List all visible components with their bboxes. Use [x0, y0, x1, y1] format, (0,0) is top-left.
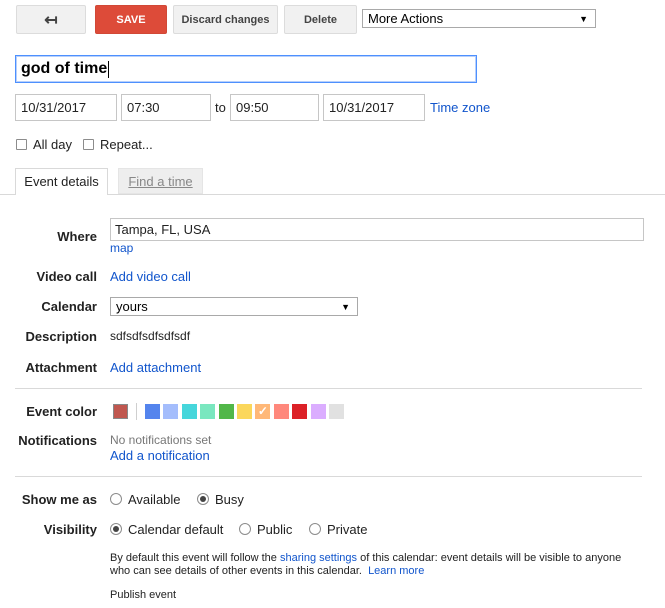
tab-event-details[interactable]: Event details	[15, 168, 108, 195]
publish-event-link[interactable]: Publish event	[110, 589, 176, 601]
calendar-label: Calendar	[41, 299, 97, 314]
where-label: Where	[57, 229, 97, 244]
visibility-note-line2-text: who can see details of other events in t…	[110, 565, 362, 577]
color-swatch[interactable]	[181, 404, 197, 419]
event-title-text: god of time	[21, 60, 108, 77]
repeat-label: Repeat...	[100, 137, 153, 152]
color-swatch[interactable]	[218, 404, 234, 419]
section-divider	[15, 476, 642, 477]
to-label: to	[215, 100, 226, 115]
private-radio[interactable]	[309, 523, 321, 535]
visibility-label: Visibility	[43, 522, 97, 537]
back-arrow-icon: ↤	[44, 11, 58, 29]
tab-find-a-time[interactable]: Find a time	[118, 168, 203, 194]
dropdown-caret-icon: ▼	[341, 301, 350, 312]
where-input[interactable]: Tampa, FL, USA	[110, 218, 644, 241]
add-attachment-link[interactable]: Add attachment	[110, 360, 201, 375]
current-color-swatch	[113, 404, 128, 419]
back-button[interactable]: ↤	[16, 5, 86, 34]
color-swatch[interactable]	[329, 404, 344, 419]
tab-active-cover	[16, 194, 107, 195]
discard-changes-button[interactable]: Discard changes	[173, 5, 278, 34]
more-actions-select[interactable]: More Actions ▼	[362, 9, 596, 28]
available-label: Available	[128, 492, 181, 507]
start-date-input[interactable]: 10/31/2017	[15, 94, 117, 121]
show-me-as-label: Show me as	[21, 492, 97, 507]
color-swatch[interactable]	[200, 404, 216, 419]
time-zone-link[interactable]: Time zone	[430, 100, 490, 115]
color-separator	[136, 403, 137, 420]
color-swatch[interactable]	[292, 404, 308, 419]
all-day-checkbox[interactable]	[16, 139, 27, 150]
color-swatch[interactable]	[163, 404, 179, 419]
visibility-note-line2: who can see details of other events in t…	[110, 565, 424, 577]
no-notifications-text: No notifications set	[110, 433, 212, 447]
calendar-select[interactable]: yours ▼	[110, 297, 358, 316]
current-color-fill	[114, 405, 127, 418]
all-day-label: All day	[33, 137, 73, 152]
color-swatch[interactable]	[273, 404, 289, 419]
color-swatch[interactable]	[145, 404, 160, 419]
color-swatch[interactable]	[237, 404, 252, 419]
calendar-default-label: Calendar default	[128, 522, 224, 537]
description-text[interactable]: sdfsdfsdfsdfsdf	[110, 329, 190, 343]
start-time-input[interactable]: 07:30	[121, 94, 211, 121]
busy-radio[interactable]	[197, 493, 209, 505]
text-cursor	[108, 60, 110, 78]
color-swatch[interactable]	[310, 404, 326, 419]
visibility-note-prefix: By default this event will follow the	[110, 552, 280, 564]
public-label: Public	[257, 522, 293, 537]
visibility-note-line1: By default this event will follow the sh…	[110, 552, 621, 564]
busy-label: Busy	[215, 492, 244, 507]
attachment-label: Attachment	[25, 360, 97, 375]
notifications-label: Notifications	[18, 433, 97, 448]
more-actions-label: More Actions	[368, 11, 444, 26]
sharing-settings-link[interactable]: sharing settings	[280, 552, 357, 564]
description-label: Description	[25, 329, 97, 344]
tab-event-details-label: Event details	[24, 174, 99, 189]
visibility-note-middle: of this calendar: event details will be …	[357, 552, 622, 564]
learn-more-link[interactable]: Learn more	[368, 565, 424, 577]
calendar-default-radio[interactable]	[110, 523, 122, 535]
tab-find-a-time-label: Find a time	[128, 173, 193, 189]
add-notification-link[interactable]: Add a notification	[110, 448, 210, 463]
event-color-label: Event color	[26, 404, 97, 419]
event-title-input[interactable]: god of time	[15, 55, 477, 83]
color-swatch[interactable]: ✓	[255, 404, 271, 419]
map-link[interactable]: map	[110, 241, 133, 255]
section-divider	[15, 388, 642, 389]
end-date-input[interactable]: 10/31/2017	[323, 94, 425, 121]
public-radio[interactable]	[239, 523, 251, 535]
save-button[interactable]: SAVE	[95, 5, 167, 34]
repeat-checkbox[interactable]	[83, 139, 94, 150]
delete-button[interactable]: Delete	[284, 5, 357, 34]
private-label: Private	[327, 522, 368, 537]
dropdown-caret-icon: ▼	[579, 13, 588, 24]
end-time-input[interactable]: 09:50	[230, 94, 319, 121]
available-radio[interactable]	[110, 493, 122, 505]
check-icon: ✓	[257, 404, 268, 418]
add-video-call-link[interactable]: Add video call	[110, 269, 191, 284]
calendar-select-value: yours	[116, 299, 148, 314]
video-call-label: Video call	[36, 269, 97, 284]
